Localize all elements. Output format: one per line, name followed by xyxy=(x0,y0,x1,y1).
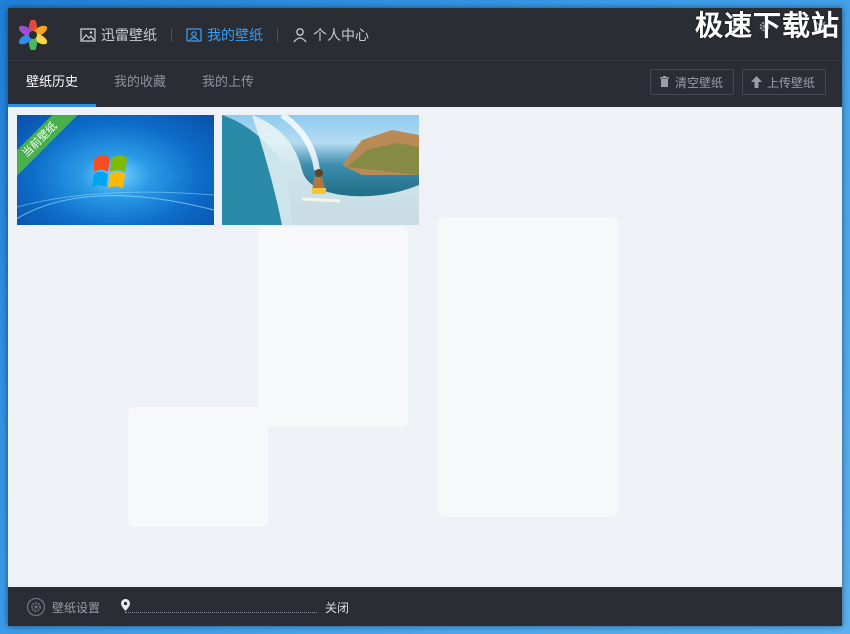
wallpaper-thumbnail[interactable] xyxy=(222,115,419,225)
clear-wallpapers-button[interactable]: 清空壁纸 xyxy=(649,69,734,95)
site-watermark: 极速下载站 xyxy=(694,9,840,42)
top-nav: 迅雷壁纸 我的壁纸 个人中心 xyxy=(80,24,369,46)
nav-label: 个人中心 xyxy=(313,28,369,44)
upload-label: 上传壁纸 xyxy=(766,75,815,90)
nav-user-center[interactable]: 个人中心 xyxy=(292,24,369,46)
wallpaper-settings-button[interactable]: 壁纸设置 xyxy=(26,597,100,617)
app-window: 迅雷壁纸 我的壁纸 个人中心 壁纸历史 我的收藏 我的上传 清空壁纸 上传壁纸 … xyxy=(8,8,842,626)
background-watermark xyxy=(258,227,408,427)
tab-wallpaper-history[interactable]: 壁纸历史 xyxy=(8,61,97,107)
surfer-scene-icon xyxy=(222,115,419,225)
upload-wallpaper-button[interactable]: 上传壁纸 xyxy=(741,69,826,95)
sub-tab-bar: 壁纸历史 我的收藏 我的上传 清空壁纸 上传壁纸 xyxy=(8,61,842,107)
auto-change-slider[interactable] xyxy=(121,599,321,615)
my-wallpaper-icon xyxy=(186,28,202,42)
slider-end-label: 关闭 xyxy=(325,601,350,615)
trash-icon xyxy=(659,76,669,87)
nav-my-wallpaper[interactable]: 我的壁纸 xyxy=(186,24,263,46)
tabs: 壁纸历史 我的收藏 我的上传 xyxy=(8,61,272,107)
user-icon xyxy=(293,28,307,43)
tab-my-favorites[interactable]: 我的收藏 xyxy=(96,61,184,107)
action-buttons: 清空壁纸 上传壁纸 xyxy=(642,69,826,95)
wallpaper-thumbnail[interactable]: 当前壁纸 xyxy=(17,115,214,225)
wallpaper-grid: 当前壁纸 xyxy=(8,107,842,587)
tab-my-uploads[interactable]: 我的上传 xyxy=(184,61,272,107)
nav-label: 我的壁纸 xyxy=(207,28,263,44)
nav-label: 迅雷壁纸 xyxy=(101,28,157,44)
nav-divider xyxy=(277,28,278,42)
background-watermark xyxy=(128,407,268,527)
status-bar: 壁纸设置 关闭 xyxy=(8,587,842,626)
gear-icon xyxy=(26,597,46,617)
nav-thunder-wallpaper[interactable]: 迅雷壁纸 xyxy=(80,24,157,46)
upload-arrow-icon xyxy=(750,76,762,88)
settings-label: 壁纸设置 xyxy=(52,600,101,615)
slider-track xyxy=(125,612,317,613)
app-logo-icon xyxy=(18,20,48,50)
location-pin-icon[interactable] xyxy=(121,599,130,613)
image-icon xyxy=(80,28,96,42)
nav-divider xyxy=(171,28,172,42)
clear-label: 清空壁纸 xyxy=(674,75,723,90)
background-watermark xyxy=(438,217,618,517)
